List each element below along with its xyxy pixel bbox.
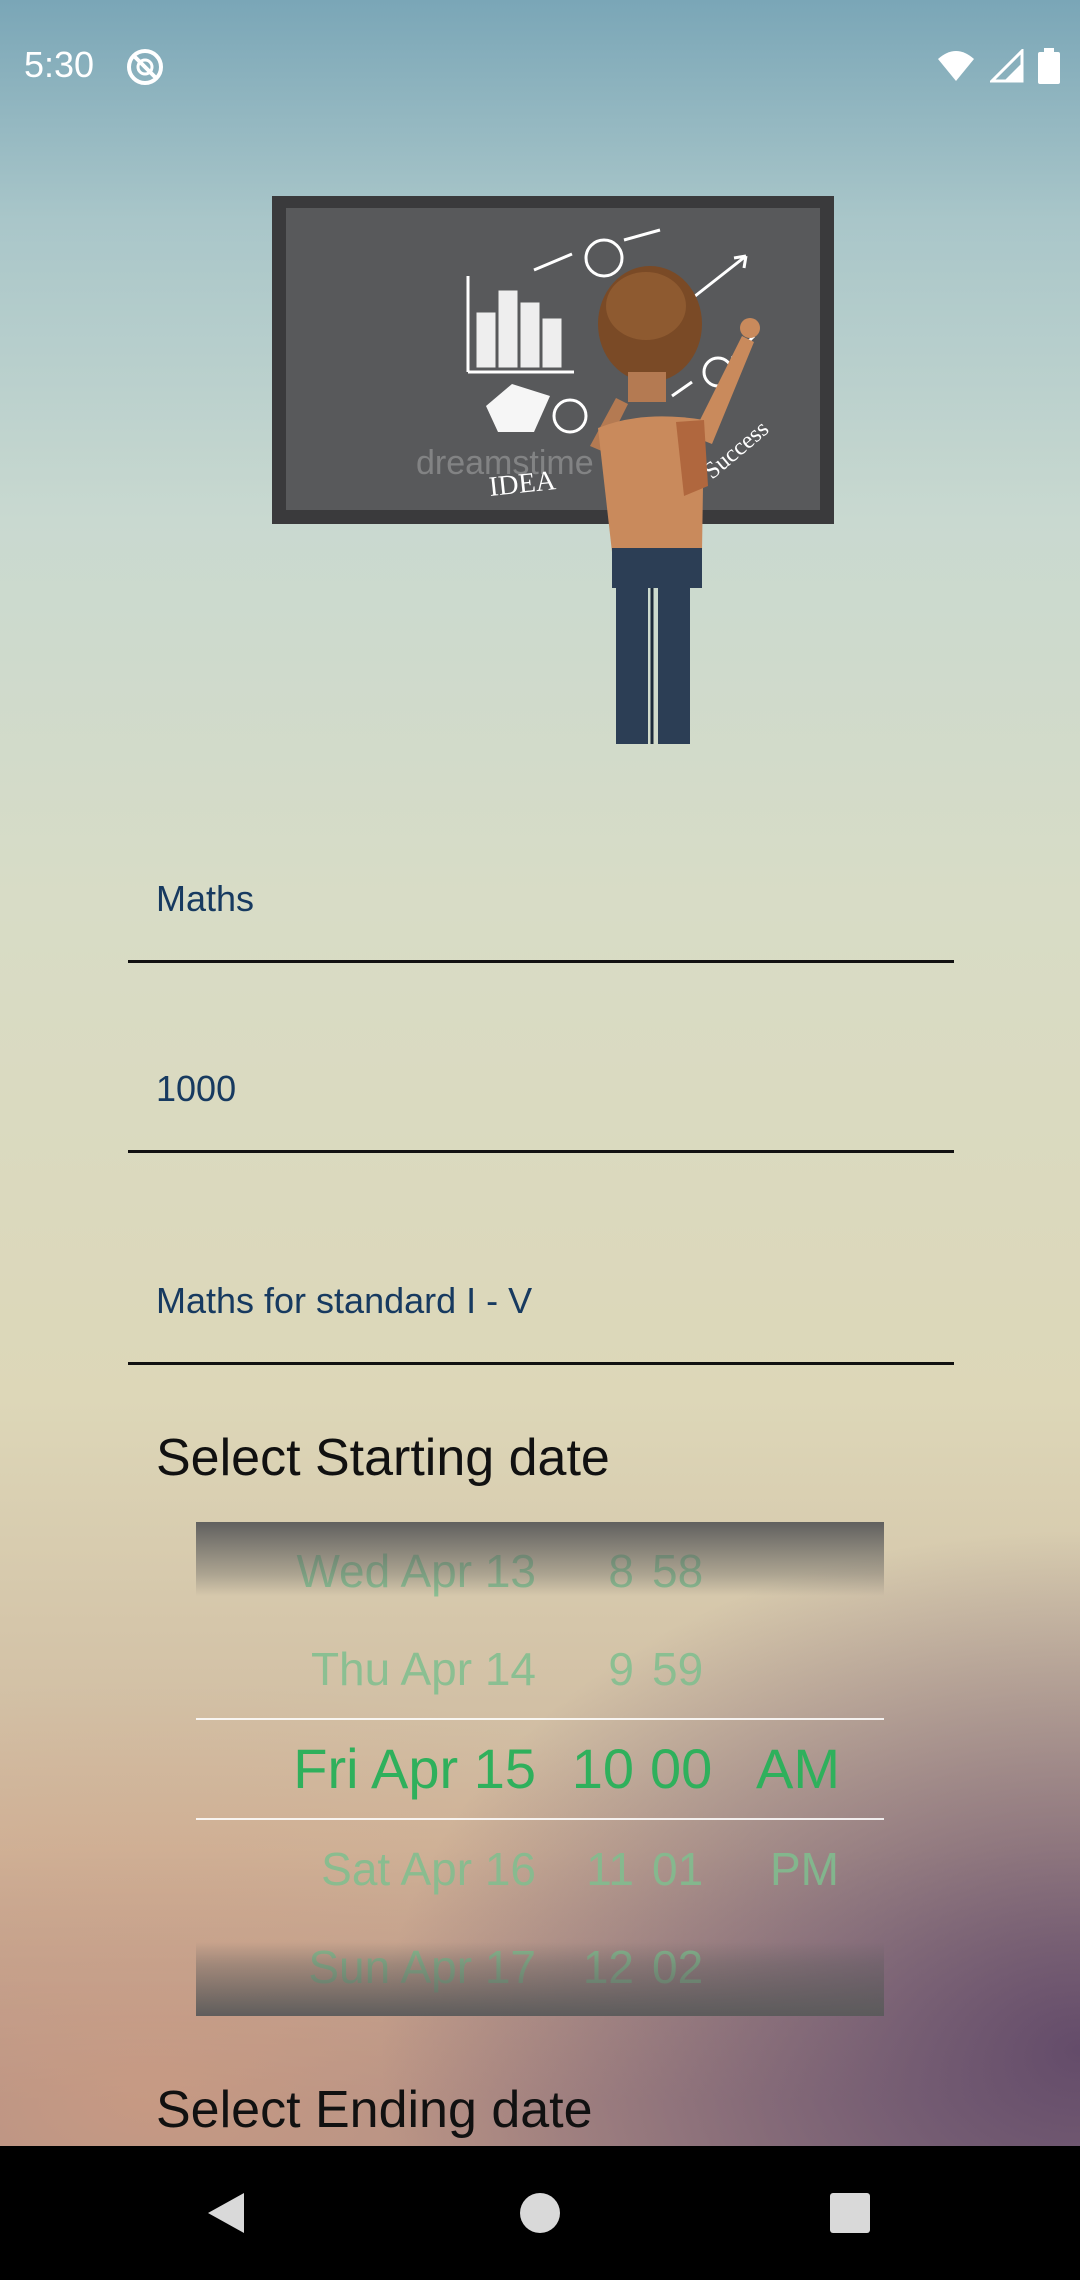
home-circle-icon	[520, 2193, 560, 2233]
picker-row[interactable]: Thu Apr 14 9 59	[196, 1620, 884, 1718]
picker-row-selected[interactable]: Fri Apr 15 10 00 AM	[196, 1720, 884, 1818]
picker-date[interactable]: Thu Apr 14	[311, 1620, 536, 1718]
picker-hour-selected[interactable]: 10	[572, 1720, 634, 1818]
picker-date-selected[interactable]: Fri Apr 15	[293, 1720, 536, 1818]
description-input[interactable]	[156, 1280, 926, 1322]
picker-minute[interactable]: 59	[652, 1620, 703, 1718]
teacher-illustration: IDEA Success dreamstime	[272, 196, 834, 744]
picker-fade-top	[196, 1522, 884, 1596]
description-field[interactable]	[128, 1240, 954, 1365]
picker-ampm-selected[interactable]: AM	[756, 1720, 840, 1818]
start-date-label: Select Starting date	[156, 1429, 610, 1487]
recent-apps-button[interactable]	[770, 2146, 930, 2280]
picker-hour[interactable]: 9	[608, 1620, 634, 1718]
recent-square-icon	[830, 2193, 870, 2233]
picker-hour[interactable]: 11	[586, 1820, 634, 1918]
subject-input[interactable]	[156, 878, 926, 920]
status-icons	[936, 48, 1060, 84]
navigation-bar	[0, 2146, 1080, 2280]
home-button[interactable]	[460, 2146, 620, 2280]
picker-ampm[interactable]: PM	[770, 1820, 839, 1918]
subject-field[interactable]	[128, 840, 954, 963]
picker-date[interactable]: Sat Apr 16	[321, 1820, 536, 1918]
picker-selection-line-top	[196, 1718, 884, 1720]
picker-minute-selected[interactable]: 00	[650, 1720, 712, 1818]
picker-minute[interactable]: 01	[652, 1820, 703, 1918]
start-date-time-picker[interactable]: Wed Apr 13 8 58 Thu Apr 14 9 59 Fri Apr …	[196, 1522, 884, 2016]
do-not-disturb-icon	[127, 49, 163, 85]
back-button[interactable]	[146, 2146, 306, 2280]
picker-selection-line-bottom	[196, 1818, 884, 1820]
cell-signal-icon	[990, 49, 1024, 83]
end-date-label: Select Ending date	[156, 2081, 593, 2139]
picker-fade-bottom	[196, 1942, 884, 2016]
picker-row[interactable]: Sat Apr 16 11 01 PM	[196, 1820, 884, 1918]
wifi-icon	[938, 51, 974, 81]
fee-field[interactable]	[128, 1030, 954, 1153]
back-triangle-icon	[208, 2193, 244, 2233]
status-bar: 5:30	[0, 0, 1080, 134]
battery-icon	[1038, 48, 1060, 84]
status-time: 5:30	[24, 44, 95, 85]
watermark-text: dreamstime	[416, 444, 594, 482]
fee-input[interactable]	[156, 1068, 926, 1110]
